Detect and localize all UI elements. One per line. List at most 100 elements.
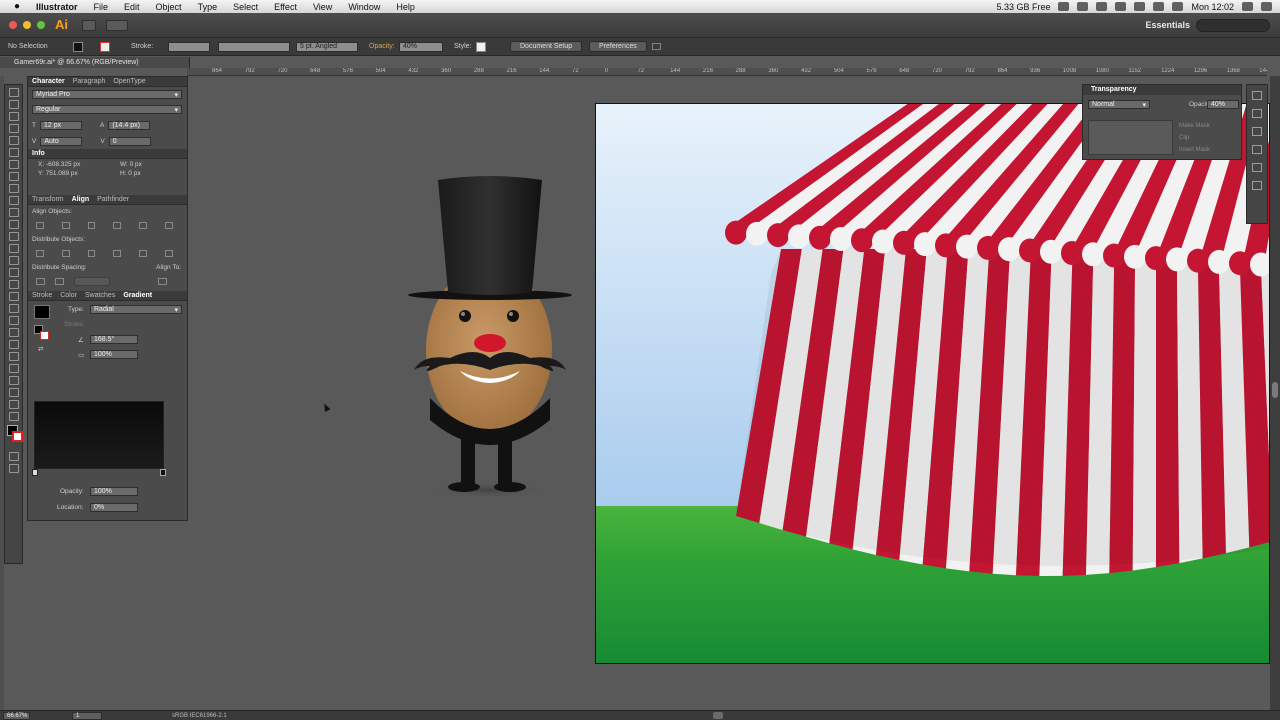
align-to-selection-icon[interactable] bbox=[158, 277, 167, 285]
opacity-field[interactable]: 40% bbox=[399, 41, 443, 52]
search-input[interactable] bbox=[1196, 19, 1270, 32]
reverse-gradient-icon[interactable]: ⇄ bbox=[38, 345, 43, 353]
align-bottom-icon[interactable] bbox=[165, 221, 173, 229]
stroke-weight-field[interactable] bbox=[168, 41, 210, 52]
menu-type[interactable]: Type bbox=[190, 2, 226, 12]
rectangle-tool-icon[interactable] bbox=[8, 172, 19, 181]
pen-tool-icon[interactable] bbox=[8, 136, 19, 145]
gradient-stop-left[interactable] bbox=[32, 469, 38, 476]
spacing-field[interactable] bbox=[74, 276, 110, 286]
vertical-scroll-thumb[interactable] bbox=[1272, 382, 1278, 398]
menu-window[interactable]: Window bbox=[340, 2, 388, 12]
close-window-button[interactable] bbox=[9, 21, 17, 29]
apple-icon[interactable]: ● bbox=[14, 1, 28, 12]
distribute-vertical-spacing-icon[interactable] bbox=[36, 277, 45, 285]
brushes-icon[interactable] bbox=[1252, 109, 1262, 118]
transparency-title[interactable]: Transparency bbox=[1083, 85, 1241, 95]
document-tab[interactable]: Gamer69r.ai* @ 66.67% (RGB/Preview) bbox=[0, 57, 190, 68]
menu-help[interactable]: Help bbox=[388, 2, 423, 12]
distribute-right-icon[interactable] bbox=[165, 249, 173, 257]
bluetooth-icon[interactable] bbox=[1115, 2, 1127, 11]
gradient-preview-swatch[interactable] bbox=[34, 305, 50, 319]
blend-mode-select[interactable]: Normal ▾ bbox=[1088, 100, 1150, 109]
menu-effect[interactable]: Effect bbox=[266, 2, 305, 12]
fill-swatch[interactable] bbox=[73, 41, 83, 52]
kerning-field[interactable]: Auto bbox=[40, 136, 83, 146]
blob-brush-tool-icon[interactable] bbox=[8, 208, 19, 217]
clock[interactable]: Mon 12:02 bbox=[1191, 2, 1234, 12]
zoom-tool-icon[interactable] bbox=[8, 412, 19, 421]
fill-stroke-widget[interactable] bbox=[5, 425, 23, 449]
gradient-type-select[interactable]: Radial ▾ bbox=[90, 305, 182, 314]
stroke-swatch[interactable] bbox=[100, 41, 110, 52]
color-guide-icon[interactable] bbox=[1252, 91, 1262, 100]
lasso-tool-icon[interactable] bbox=[8, 124, 19, 133]
gradient-aspect-field[interactable]: 100% bbox=[90, 350, 138, 359]
tab-transform[interactable]: Transform bbox=[32, 196, 64, 203]
shape-builder-tool-icon[interactable] bbox=[8, 280, 19, 289]
artboard-tool-icon[interactable] bbox=[8, 376, 19, 385]
graphic-style-swatch[interactable] bbox=[476, 41, 486, 52]
storage-status[interactable]: 5.33 GB Free bbox=[996, 2, 1050, 12]
paintbrush-tool-icon[interactable] bbox=[8, 184, 19, 193]
drawing-mode-icon[interactable] bbox=[8, 452, 19, 461]
tab-gradient[interactable]: Gradient bbox=[123, 292, 152, 299]
align-left-icon[interactable] bbox=[36, 221, 44, 229]
column-graph-tool-icon[interactable] bbox=[8, 364, 19, 373]
symbols-icon[interactable] bbox=[1252, 127, 1262, 136]
hand-tool-icon[interactable] bbox=[8, 400, 19, 409]
transparency-opacity-field[interactable]: 40% bbox=[1207, 100, 1239, 109]
battery-icon[interactable] bbox=[1172, 2, 1184, 11]
blend-tool-icon[interactable] bbox=[8, 340, 19, 349]
menu-edit[interactable]: Edit bbox=[116, 2, 148, 12]
align-right-icon[interactable] bbox=[87, 221, 96, 229]
sync-icon[interactable] bbox=[1077, 2, 1089, 11]
make-mask-button[interactable]: Make Mask bbox=[1179, 123, 1210, 129]
artboard[interactable] bbox=[595, 103, 1270, 664]
appearance-icon[interactable] bbox=[1252, 163, 1262, 172]
menu-app[interactable]: Illustrator bbox=[28, 2, 86, 12]
tab-opentype[interactable]: OpenType bbox=[113, 78, 145, 85]
monitor-icon[interactable] bbox=[1058, 2, 1070, 11]
perspective-grid-tool-icon[interactable] bbox=[8, 292, 19, 301]
arrange-icon[interactable] bbox=[652, 43, 661, 50]
menu-file[interactable]: File bbox=[86, 2, 117, 12]
distribute-hcenter-icon[interactable] bbox=[139, 249, 148, 257]
layers-icon[interactable] bbox=[1252, 181, 1262, 190]
graphic-styles-icon[interactable] bbox=[1252, 145, 1262, 154]
eyedropper-tool-icon[interactable] bbox=[8, 328, 19, 337]
gradient-location-field[interactable]: 0% bbox=[90, 503, 138, 512]
selection-tool-icon[interactable] bbox=[8, 88, 19, 97]
brush-definition-field[interactable]: 5 pt. Angled bbox=[296, 41, 358, 52]
volume-icon[interactable] bbox=[1153, 2, 1165, 11]
tab-paragraph[interactable]: Paragraph bbox=[73, 78, 106, 85]
horizontal-scroll-thumb[interactable] bbox=[713, 712, 723, 719]
invert-mask-checkbox[interactable]: Invert Mask bbox=[1179, 147, 1210, 153]
direct-selection-tool-icon[interactable] bbox=[8, 100, 19, 109]
distribute-top-icon[interactable] bbox=[36, 249, 44, 257]
spotlight-icon[interactable] bbox=[1242, 2, 1253, 11]
menu-view[interactable]: View bbox=[305, 2, 340, 12]
font-size-field[interactable]: 12 px bbox=[39, 120, 82, 130]
eraser-tool-icon[interactable] bbox=[8, 220, 19, 229]
bridge-button[interactable] bbox=[82, 20, 96, 31]
variable-width-profile[interactable] bbox=[218, 41, 290, 52]
mesh-tool-icon[interactable] bbox=[8, 304, 19, 313]
scale-tool-icon[interactable] bbox=[8, 244, 19, 253]
gradient-tool-icon[interactable] bbox=[8, 316, 19, 325]
workspace-switcher[interactable]: Essentials bbox=[1145, 20, 1190, 30]
preferences-button[interactable]: Preferences bbox=[589, 41, 647, 52]
menu-object[interactable]: Object bbox=[148, 2, 190, 12]
zoom-level-field[interactable]: 66.67% bbox=[3, 712, 30, 720]
gradient-stroke-mini[interactable] bbox=[40, 331, 49, 340]
tab-character[interactable]: Character bbox=[32, 78, 65, 85]
type-tool-icon[interactable] bbox=[8, 148, 19, 157]
tab-pathfinder[interactable]: Pathfinder bbox=[97, 196, 129, 203]
tab-align[interactable]: Align bbox=[72, 196, 90, 203]
symbol-sprayer-tool-icon[interactable] bbox=[8, 352, 19, 361]
distribute-center-icon[interactable] bbox=[61, 249, 70, 257]
slice-tool-icon[interactable] bbox=[8, 388, 19, 397]
magic-wand-tool-icon[interactable] bbox=[8, 112, 19, 121]
align-center-icon[interactable] bbox=[61, 221, 70, 229]
gradient-slider-preview[interactable] bbox=[34, 401, 164, 469]
